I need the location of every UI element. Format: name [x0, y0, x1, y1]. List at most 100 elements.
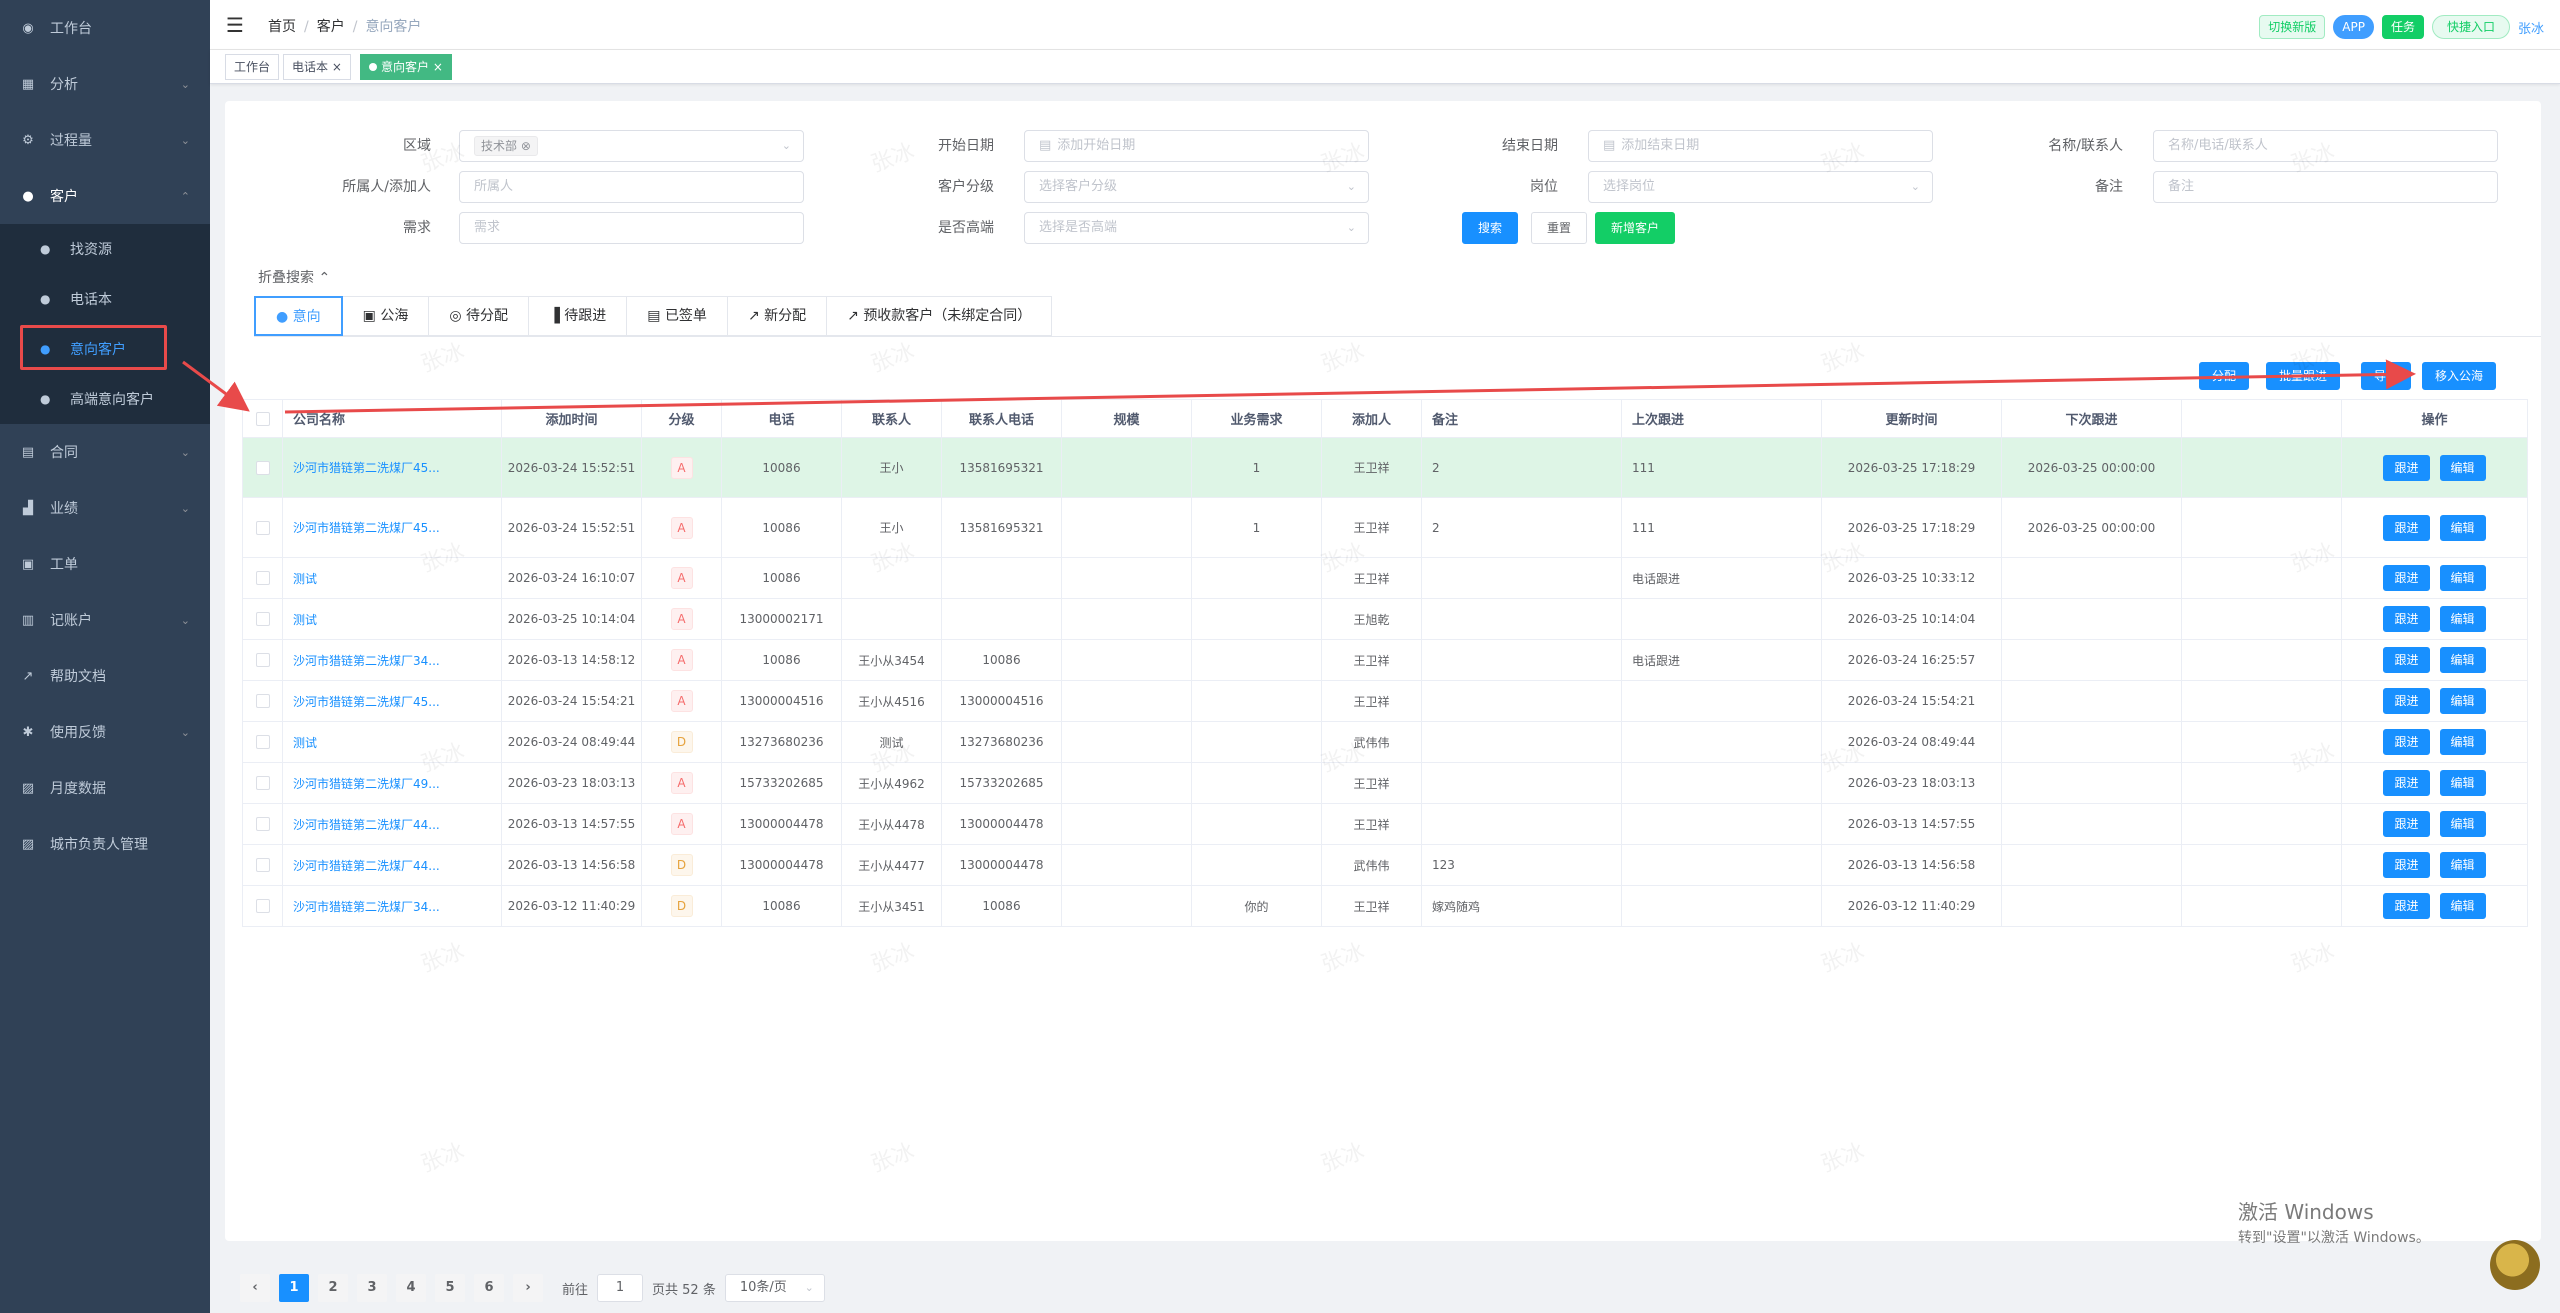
- follow-button[interactable]: 跟进: [2383, 893, 2430, 919]
- row-checkbox[interactable]: [255, 899, 270, 914]
- menu-feedback[interactable]: ✱ 使用反馈 ⌄: [0, 704, 210, 760]
- page-button[interactable]: 3: [357, 1274, 387, 1302]
- menu-contract[interactable]: ▤ 合同 ⌄: [0, 424, 210, 480]
- breadcrumb-customer[interactable]: 客户: [317, 19, 345, 35]
- reset-button[interactable]: 重置: [1531, 212, 1588, 244]
- menu-city-manager[interactable]: ▨ 城市负责人管理: [0, 816, 210, 872]
- company-cell[interactable]: 沙河市猎链第二洗煤厂44...: [282, 803, 502, 845]
- row-checkbox[interactable]: [255, 817, 270, 832]
- company-cell[interactable]: 沙河市猎链第二洗煤厂34...: [282, 639, 502, 681]
- name-contact-input[interactable]: 名称/电话/联系人: [2153, 130, 2498, 162]
- breadcrumb-home[interactable]: 首页: [268, 19, 296, 35]
- need-input[interactable]: 需求: [459, 212, 804, 244]
- table-row[interactable]: 沙河市猎链第二洗煤厂44... 2026-03-13 14:57:55 A 13000…: [242, 803, 2528, 845]
- edit-button[interactable]: 编辑: [2439, 514, 2486, 541]
- select-all-checkbox[interactable]: [255, 411, 270, 426]
- hamburger-icon[interactable]: ☰: [226, 13, 244, 37]
- export-button[interactable]: 导出: [2361, 362, 2412, 390]
- company-link[interactable]: 沙河市猎链第二洗煤厂45...: [293, 461, 440, 475]
- prev-page-button[interactable]: ‹: [240, 1274, 270, 1302]
- row-checkbox[interactable]: [255, 571, 270, 586]
- edit-button[interactable]: 编辑: [2439, 565, 2486, 591]
- app-button[interactable]: APP: [2333, 15, 2374, 39]
- menu-help-docs[interactable]: ↗ 帮助文档: [0, 648, 210, 704]
- tab-prepaid[interactable]: ↗ 预收款客户（未绑定合同）: [827, 296, 1053, 336]
- tag-intent-customer[interactable]: 意向客户 ×: [360, 54, 452, 80]
- table-row[interactable]: 沙河市猎链第二洗煤厂45... 2026-03-24 15:54:21 A 13000…: [242, 680, 2528, 722]
- company-cell[interactable]: 沙河市猎链第二洗煤厂34...: [282, 885, 502, 927]
- follow-button[interactable]: 跟进: [2383, 729, 2430, 755]
- follow-button[interactable]: 跟进: [2383, 852, 2430, 878]
- row-select-cell[interactable]: [242, 680, 283, 722]
- company-cell[interactable]: 沙河市猎链第二洗煤厂45...: [282, 497, 502, 558]
- company-cell[interactable]: 沙河市猎链第二洗煤厂45...: [282, 437, 502, 498]
- region-select[interactable]: 技术部 ⊗ ⌄: [459, 130, 804, 162]
- row-checkbox[interactable]: [255, 612, 270, 627]
- menu-monthly-data[interactable]: ▨ 月度数据: [0, 760, 210, 816]
- company-cell[interactable]: 沙河市猎链第二洗煤厂49...: [282, 762, 502, 804]
- menu-process[interactable]: ⚙ 过程量 ⌄: [0, 112, 210, 168]
- tab-pending-follow[interactable]: ▐ 待跟进: [529, 296, 628, 336]
- menu-performance[interactable]: ▟ 业绩 ⌄: [0, 480, 210, 536]
- row-checkbox[interactable]: [255, 858, 270, 873]
- company-link[interactable]: 沙河市猎链第二洗煤厂49...: [293, 777, 440, 791]
- edit-button[interactable]: 编辑: [2439, 688, 2486, 714]
- company-link[interactable]: 沙河市猎链第二洗煤厂45...: [293, 521, 440, 535]
- row-select-cell[interactable]: [242, 639, 283, 681]
- search-button[interactable]: 搜索: [1462, 212, 1519, 244]
- submenu-phonebook[interactable]: ● 电话本: [0, 274, 210, 324]
- move-to-public-button[interactable]: 移入公海: [2422, 362, 2497, 390]
- post-select[interactable]: 选择岗位 ⌄: [1588, 171, 1933, 203]
- tag-phonebook[interactable]: 电话本 ×: [283, 54, 351, 80]
- company-link[interactable]: 测试: [293, 736, 317, 750]
- submenu-highend-intent-customer[interactable]: ● 高端意向客户: [0, 374, 210, 424]
- collapse-search-toggle[interactable]: 折叠搜索 ⌃: [258, 267, 330, 287]
- edit-button[interactable]: 编辑: [2439, 454, 2486, 481]
- menu-analysis[interactable]: ▦ 分析 ⌄: [0, 56, 210, 112]
- company-cell[interactable]: 沙河市猎链第二洗煤厂44...: [282, 844, 502, 886]
- page-button[interactable]: 2: [318, 1274, 348, 1302]
- tab-new-assigned[interactable]: ↗ 新分配: [727, 296, 828, 336]
- table-row[interactable]: 测试 2026-03-24 16:10:07 A 10086 王卫祥 电话跟进 2026-0…: [242, 557, 2528, 599]
- row-select-cell[interactable]: [242, 803, 283, 845]
- edit-button[interactable]: 编辑: [2439, 852, 2486, 878]
- start-date-input[interactable]: ▤ 添加开始日期: [1024, 130, 1369, 162]
- edit-button[interactable]: 编辑: [2439, 606, 2486, 632]
- tab-intent[interactable]: ● 意向: [254, 296, 343, 336]
- submenu-intent-customer[interactable]: ● 意向客户: [0, 324, 210, 374]
- table-row[interactable]: 沙河市猎链第二洗煤厂49... 2026-03-23 18:03:13 A 15733…: [242, 762, 2528, 804]
- company-link[interactable]: 沙河市猎链第二洗煤厂45...: [293, 695, 440, 709]
- follow-button[interactable]: 跟进: [2383, 606, 2430, 632]
- company-cell[interactable]: 沙河市猎链第二洗煤厂45...: [282, 680, 502, 722]
- company-cell[interactable]: 测试: [282, 598, 502, 640]
- row-select-cell[interactable]: [242, 497, 283, 558]
- row-select-cell[interactable]: [242, 844, 283, 886]
- row-checkbox[interactable]: [255, 520, 270, 535]
- row-checkbox[interactable]: [255, 735, 270, 750]
- user-name[interactable]: 张冰: [2518, 18, 2544, 37]
- follow-button[interactable]: 跟进: [2383, 647, 2430, 673]
- goto-page-input[interactable]: 1: [597, 1274, 644, 1302]
- add-customer-button[interactable]: 新增客户: [1595, 212, 1676, 244]
- select-all-cell[interactable]: [242, 399, 283, 438]
- table-row[interactable]: 测试 2026-03-25 10:14:04 A 13000002171 王旭乾 2026…: [242, 598, 2528, 640]
- page-button[interactable]: 1: [279, 1274, 309, 1302]
- row-select-cell[interactable]: [242, 557, 283, 599]
- row-checkbox[interactable]: [255, 653, 270, 668]
- table-row[interactable]: 沙河市猎链第二洗煤厂44... 2026-03-13 14:56:58 D 13000…: [242, 844, 2528, 886]
- row-checkbox[interactable]: [255, 776, 270, 791]
- menu-customer[interactable]: ● 客户 ⌃: [0, 168, 210, 224]
- edit-button[interactable]: 编辑: [2439, 811, 2486, 837]
- next-page-button[interactable]: ›: [513, 1274, 543, 1302]
- table-row[interactable]: 沙河市猎链第二洗煤厂45... 2026-03-24 15:52:51 A 10086…: [242, 497, 2528, 558]
- menu-account[interactable]: ▥ 记账户 ⌄: [0, 592, 210, 648]
- company-cell[interactable]: 测试: [282, 721, 502, 763]
- row-select-cell[interactable]: [242, 437, 283, 498]
- table-row[interactable]: 测试 2026-03-24 08:49:44 D 13273680236 测试 13273…: [242, 721, 2528, 763]
- close-icon[interactable]: ×: [332, 60, 342, 74]
- page-size-select[interactable]: 10条/页 ⌄: [724, 1274, 825, 1302]
- page-button[interactable]: 6: [474, 1274, 504, 1302]
- company-link[interactable]: 测试: [293, 613, 317, 627]
- edit-button[interactable]: 编辑: [2439, 893, 2486, 919]
- edit-button[interactable]: 编辑: [2439, 729, 2486, 755]
